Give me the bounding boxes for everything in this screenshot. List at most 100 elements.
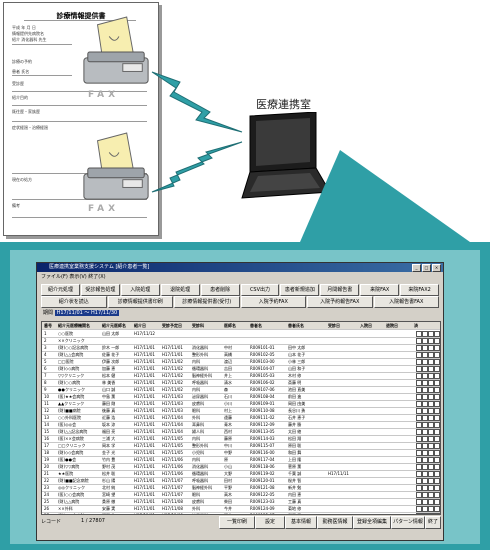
column-header: 患者名 bbox=[250, 323, 262, 328]
table-cell: 14 bbox=[44, 422, 50, 427]
table-cell: 原 bbox=[224, 457, 228, 462]
toolbar-row-1: 紹介元処理 受診報告処理 入院処理 退院処理 患者削除 CSV出力 患者新規追加 月間報告書来… bbox=[41, 284, 440, 296]
table-cell: (財)■■病院 bbox=[58, 408, 81, 413]
table-cell: 脳神経外科 bbox=[192, 373, 212, 378]
table-cell: 耳鼻科 bbox=[192, 422, 204, 427]
table-cell: 桑原 徹 bbox=[102, 499, 116, 504]
table-cell: R009112-09 bbox=[250, 422, 275, 427]
minimize-button[interactable]: _ bbox=[412, 264, 421, 272]
table-cell: ★★医院 bbox=[58, 471, 74, 476]
menu-bar[interactable]: ファイル(F) 表示(V) 終了(X) bbox=[37, 273, 443, 282]
bottom-button[interactable]: 終了 bbox=[425, 516, 441, 529]
table-cell: 泌尿器科 bbox=[192, 512, 223, 514]
toolbar-button[interactable]: 来院FAX2 bbox=[400, 284, 440, 296]
table-row[interactable]: 27(財)□□会病院河野 隼H17/11/01H17/11/08泌尿器科酒井R0… bbox=[42, 512, 440, 514]
table-cell: H17/11/01 bbox=[134, 485, 155, 490]
table-cell: R009105-03 bbox=[250, 373, 275, 378]
table-cell: H17/11/07 bbox=[162, 492, 183, 497]
table-cell: 整形外科 bbox=[192, 443, 208, 448]
table-cell: (財)■■記念病院 bbox=[58, 478, 89, 483]
table-cell: H17/11/05 bbox=[162, 450, 183, 455]
row-checkbox[interactable] bbox=[434, 513, 440, 514]
filter-value[interactable]: H17/11/01 ～ H17/11/30 bbox=[54, 310, 120, 316]
table-cell: 山本 花子 bbox=[288, 352, 306, 357]
table-cell: 清水 bbox=[224, 380, 232, 385]
table-cell: 原田 聡 bbox=[288, 443, 302, 448]
table-cell: 池田 直美 bbox=[288, 387, 306, 392]
toolbar-button[interactable]: 診療情報提供書印刷 bbox=[107, 296, 173, 308]
table-cell: 内科 bbox=[192, 359, 200, 364]
table-cell: 27 bbox=[44, 512, 57, 514]
table-cell: 近藤 浩 bbox=[102, 415, 116, 420]
patient-table: 番号 紹介元医療機関名 紹介元医師名 紹介日 受診予定日 受診科 医師名 患者名 患者氏名 受診日… bbox=[41, 321, 441, 515]
table-cell: 坂本 涼 bbox=[102, 422, 116, 427]
table-cell: 木村 修 bbox=[288, 373, 302, 378]
toolbar-button[interactable]: 入院予約FAX bbox=[240, 296, 306, 308]
table-cell: 菅原 薫 bbox=[288, 464, 302, 469]
table-cell: 加藤 恵 bbox=[102, 366, 116, 371]
toolbar-button[interactable]: 入院予約報告FAX bbox=[307, 296, 373, 308]
table-cell: R009106-02 bbox=[250, 380, 275, 385]
table-cell: 8 bbox=[44, 380, 47, 385]
table-cell: 宮崎 望 bbox=[102, 492, 116, 497]
table-cell: 10 bbox=[44, 394, 50, 399]
table-cell: 杉山 陽 bbox=[102, 478, 116, 483]
table-cell: 皮膚科 bbox=[192, 401, 204, 406]
window-controls: _ □ × bbox=[412, 264, 441, 272]
toolbar-button[interactable]: 来院FAX bbox=[360, 284, 400, 296]
table-cell: H17/11/02 bbox=[162, 359, 183, 364]
table-cell: 平野 bbox=[224, 485, 232, 490]
toolbar-button[interactable]: 入院処理 bbox=[120, 284, 160, 296]
toolbar-button[interactable]: CSV出力 bbox=[240, 284, 280, 296]
table-cell: 6 bbox=[44, 366, 47, 371]
table-cell: 金子 光 bbox=[102, 450, 116, 455]
toolbar-button[interactable]: 患者削除 bbox=[200, 284, 240, 296]
table-cell: H17/11/12 bbox=[134, 331, 155, 336]
toolbar-button[interactable]: 紹介状を読込 bbox=[41, 296, 107, 308]
toolbar-button[interactable]: 入院報告書FAX bbox=[373, 296, 439, 308]
table-cell: (財)◇◇会病院 bbox=[58, 450, 84, 455]
table-cell: 桜井 智 bbox=[288, 478, 302, 483]
maximize-button[interactable]: □ bbox=[422, 264, 431, 272]
table-cell: 太田 綾 bbox=[288, 429, 302, 434]
table-cell: H17/11/11 bbox=[328, 471, 349, 476]
table-cell: 19 bbox=[44, 457, 50, 462]
table-cell: 武田 愛 bbox=[288, 512, 327, 514]
table-cell: H17/11/01 bbox=[134, 408, 155, 413]
table-cell: 松田 翔 bbox=[288, 436, 302, 441]
filter-label: 期間 bbox=[43, 310, 54, 316]
table-cell: 脳神経外科 bbox=[192, 485, 212, 490]
toolbar-button[interactable]: 患者新規追加 bbox=[280, 284, 320, 296]
toolbar-button[interactable]: 紹介元処理 bbox=[41, 284, 80, 296]
liaison-room-label: 医療連携室 bbox=[256, 98, 311, 111]
table-cell: 4 bbox=[44, 352, 47, 357]
table-cell: 安藤 実 bbox=[102, 506, 116, 511]
toolbar-button[interactable]: 診療情報提供書(受付) bbox=[174, 296, 240, 308]
table-cell: ◎◎クリニック bbox=[58, 485, 85, 490]
table-cell: R009123-03 bbox=[250, 499, 275, 504]
table-cell: 菊地 修 bbox=[288, 506, 302, 511]
bottom-button[interactable]: 一覧印刷 bbox=[219, 516, 255, 529]
table-cell: 中島 薫 bbox=[102, 394, 116, 399]
bottom-button[interactable]: 設定 bbox=[255, 516, 285, 529]
table-cell: 11 bbox=[44, 401, 50, 406]
toolbar-button[interactable]: 受診報告処理 bbox=[80, 284, 120, 296]
bottom-button[interactable]: 勤務医情報 bbox=[317, 516, 353, 529]
toolbar-button[interactable]: 月間報告書 bbox=[320, 284, 360, 296]
table-cell: 7 bbox=[44, 373, 47, 378]
table-cell: R009103-00 bbox=[250, 359, 275, 364]
column-header: 受診科 bbox=[192, 323, 204, 328]
table-cell: H17/11/08 bbox=[162, 506, 183, 511]
table-cell: 中村 bbox=[224, 345, 232, 350]
table-cell: H17/11/01 bbox=[134, 429, 155, 434]
bottom-button[interactable]: 登録全項編集 bbox=[353, 516, 391, 529]
toolbar-button[interactable]: 退院処理 bbox=[160, 284, 200, 296]
table-cell: H17/11/01 bbox=[134, 387, 155, 392]
table-header: 番号 紹介元医療機関名 紹介元医師名 紹介日 受診予定日 受診科 医師名 患者名 患者氏名 受診日… bbox=[42, 322, 440, 330]
bottom-button[interactable]: パターン情報 bbox=[391, 516, 425, 529]
close-button[interactable]: × bbox=[432, 264, 441, 272]
table-cell: 渡辺 bbox=[224, 359, 232, 364]
fax-label: FAX bbox=[88, 204, 120, 214]
bottom-button[interactable]: 基本情報 bbox=[285, 516, 317, 529]
table-cell: 眼科 bbox=[192, 408, 200, 413]
